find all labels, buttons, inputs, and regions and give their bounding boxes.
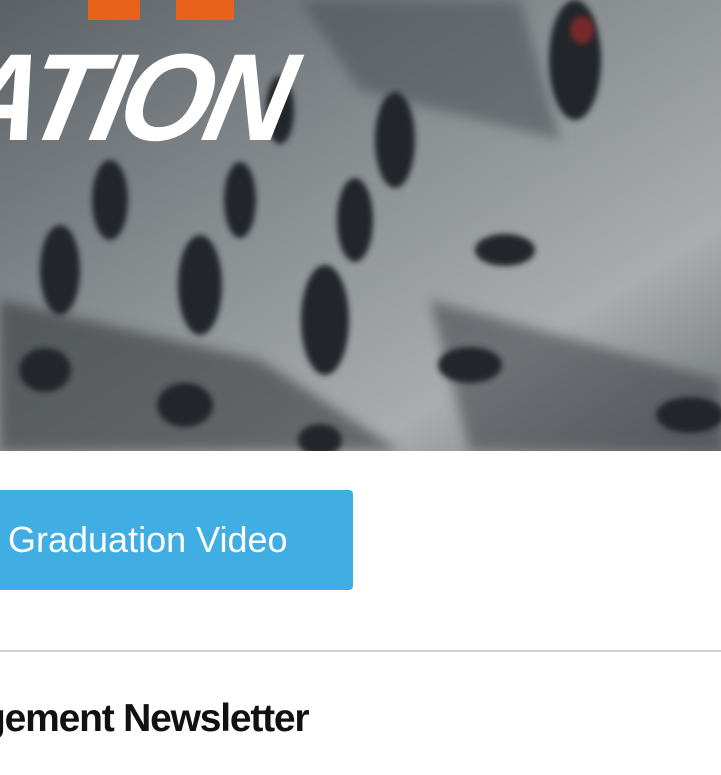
page: ATION Graduation Video gement Newsletter xyxy=(0,0,721,775)
section-divider xyxy=(0,650,721,652)
section-heading: gement Newsletter xyxy=(0,697,310,740)
logo-accent-bar xyxy=(176,0,234,20)
hero-wordmark: ATION xyxy=(0,28,302,168)
graduation-video-button[interactable]: Graduation Video xyxy=(0,490,353,590)
logo-accent-bar xyxy=(88,0,140,20)
hero-banner-image[interactable]: ATION xyxy=(0,0,721,451)
